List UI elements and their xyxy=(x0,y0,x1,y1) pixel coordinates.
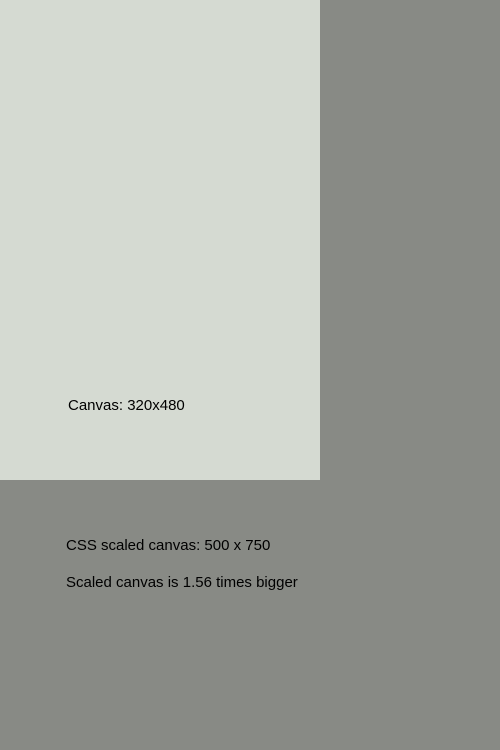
scale-ratio-label: Scaled canvas is 1.56 times bigger xyxy=(66,574,298,591)
canvas-dimensions-label: Canvas: 320x480 xyxy=(68,397,185,414)
scaled-canvas-label: CSS scaled canvas: 500 x 750 xyxy=(66,537,270,554)
canvas-box: Canvas: 320x480 xyxy=(0,0,320,480)
